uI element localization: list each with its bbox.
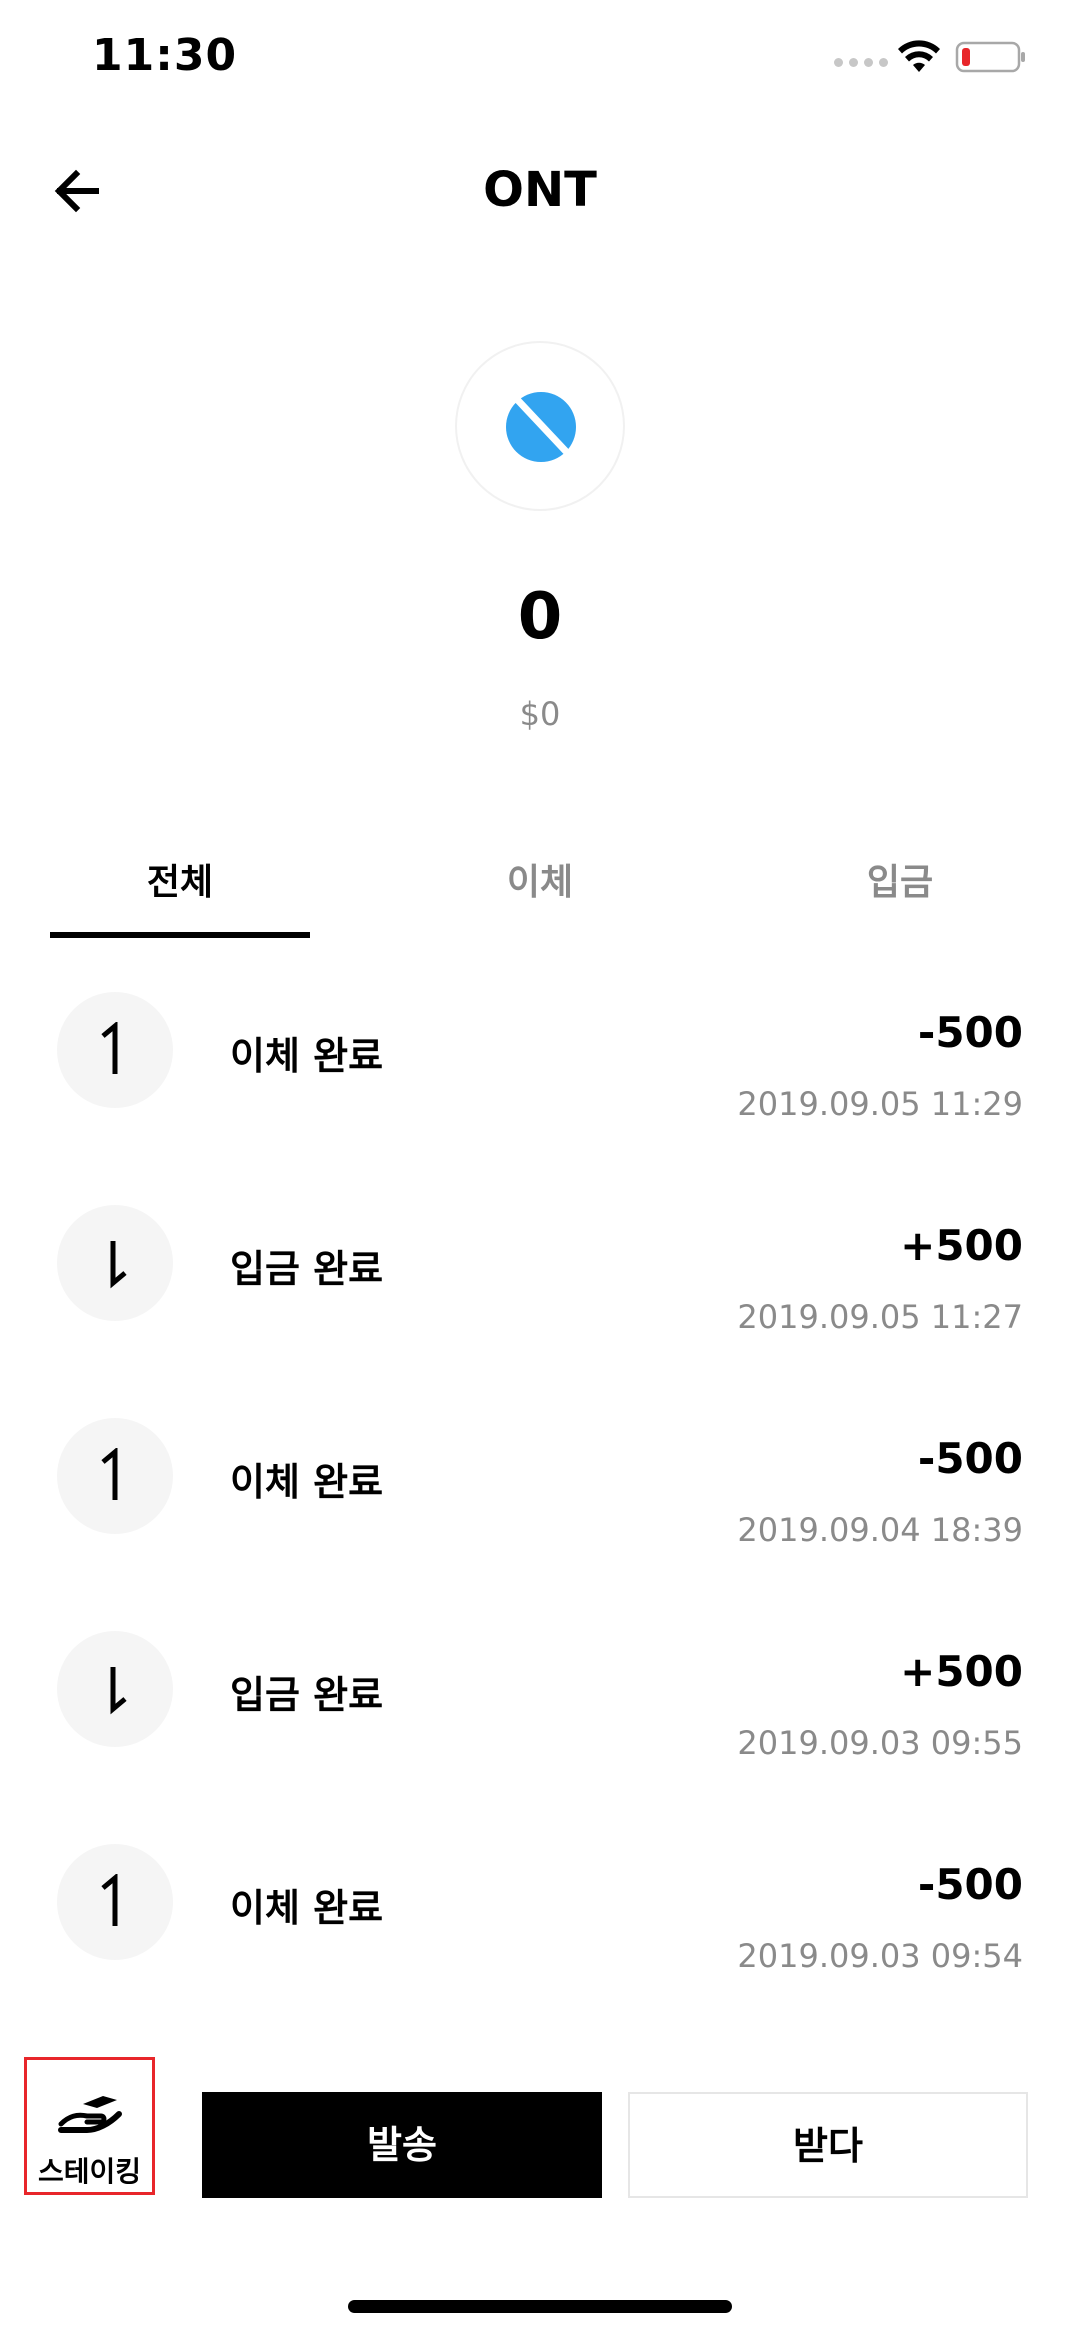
arrow-up-icon	[57, 1418, 173, 1534]
transaction-date: 2019.09.03 09:54	[737, 1937, 1023, 1975]
status-bar: 11:30	[0, 0, 1080, 120]
wifi-icon	[898, 40, 940, 72]
transaction-row[interactable]: 입금 완료 +500 2019.09.05 11:27	[0, 1193, 1080, 1406]
transaction-row[interactable]: 입금 완료 +500 2019.09.03 09:55	[0, 1619, 1080, 1832]
wallet-detail-screen: 11:30 ONT 0 $0 전체 이체 입금 이체 완료 -500 2019.…	[0, 0, 1080, 2337]
tab-bar: 전체 이체 입금	[0, 858, 1080, 938]
tab-all[interactable]: 전체	[50, 858, 310, 938]
transaction-amount: -500	[917, 1434, 1023, 1483]
transaction-status: 이체 완료	[230, 1034, 384, 1078]
staking-label: 스테이킹	[37, 2155, 142, 2188]
transaction-row[interactable]: 이체 완료 -500 2019.09.03 09:54	[0, 1832, 1080, 2045]
coin-balance: 0	[517, 580, 563, 654]
active-tab-indicator	[50, 932, 310, 938]
transaction-date: 2019.09.04 18:39	[737, 1511, 1023, 1549]
transaction-status: 입금 완료	[230, 1247, 384, 1291]
transaction-amount: -500	[917, 1860, 1023, 1909]
transaction-row[interactable]: 이체 완료 -500 2019.09.04 18:39	[0, 1406, 1080, 1619]
home-indicator[interactable]	[348, 2300, 732, 2313]
transaction-row[interactable]: 이체 완료 -500 2019.09.05 11:29	[0, 980, 1080, 1193]
tab-deposit[interactable]: 입금	[770, 858, 1030, 938]
arrow-up-icon	[57, 992, 173, 1108]
transaction-amount: +500	[900, 1647, 1023, 1696]
coin-balance-usd: $0	[519, 695, 561, 733]
receive-button[interactable]: 받다	[628, 2092, 1028, 2198]
transaction-list: 이체 완료 -500 2019.09.05 11:29 입금 완료 +500 2…	[0, 980, 1080, 2045]
transaction-date: 2019.09.03 09:55	[737, 1724, 1023, 1762]
tab-transfer[interactable]: 이체	[410, 858, 670, 938]
transaction-date: 2019.09.05 11:29	[737, 1085, 1023, 1123]
send-button[interactable]: 발송	[202, 2092, 602, 2198]
page-title: ONT	[483, 162, 597, 218]
transaction-amount: -500	[917, 1008, 1023, 1057]
status-time: 11:30	[92, 30, 238, 81]
arrow-down-icon	[57, 1631, 173, 1747]
transaction-amount: +500	[900, 1221, 1023, 1270]
signal-icon	[834, 58, 888, 67]
staking-button[interactable]: 스테이킹	[24, 2057, 155, 2195]
staking-hand-icon	[58, 2096, 122, 2133]
arrow-up-icon	[57, 1844, 173, 1960]
transaction-status: 이체 완료	[230, 1886, 384, 1930]
ont-logo-icon	[506, 391, 577, 463]
transaction-status: 이체 완료	[230, 1460, 384, 1504]
battery-icon	[955, 41, 1025, 73]
transaction-date: 2019.09.05 11:27	[737, 1298, 1023, 1336]
transaction-status: 입금 완료	[230, 1673, 384, 1717]
arrow-down-icon	[57, 1205, 173, 1321]
